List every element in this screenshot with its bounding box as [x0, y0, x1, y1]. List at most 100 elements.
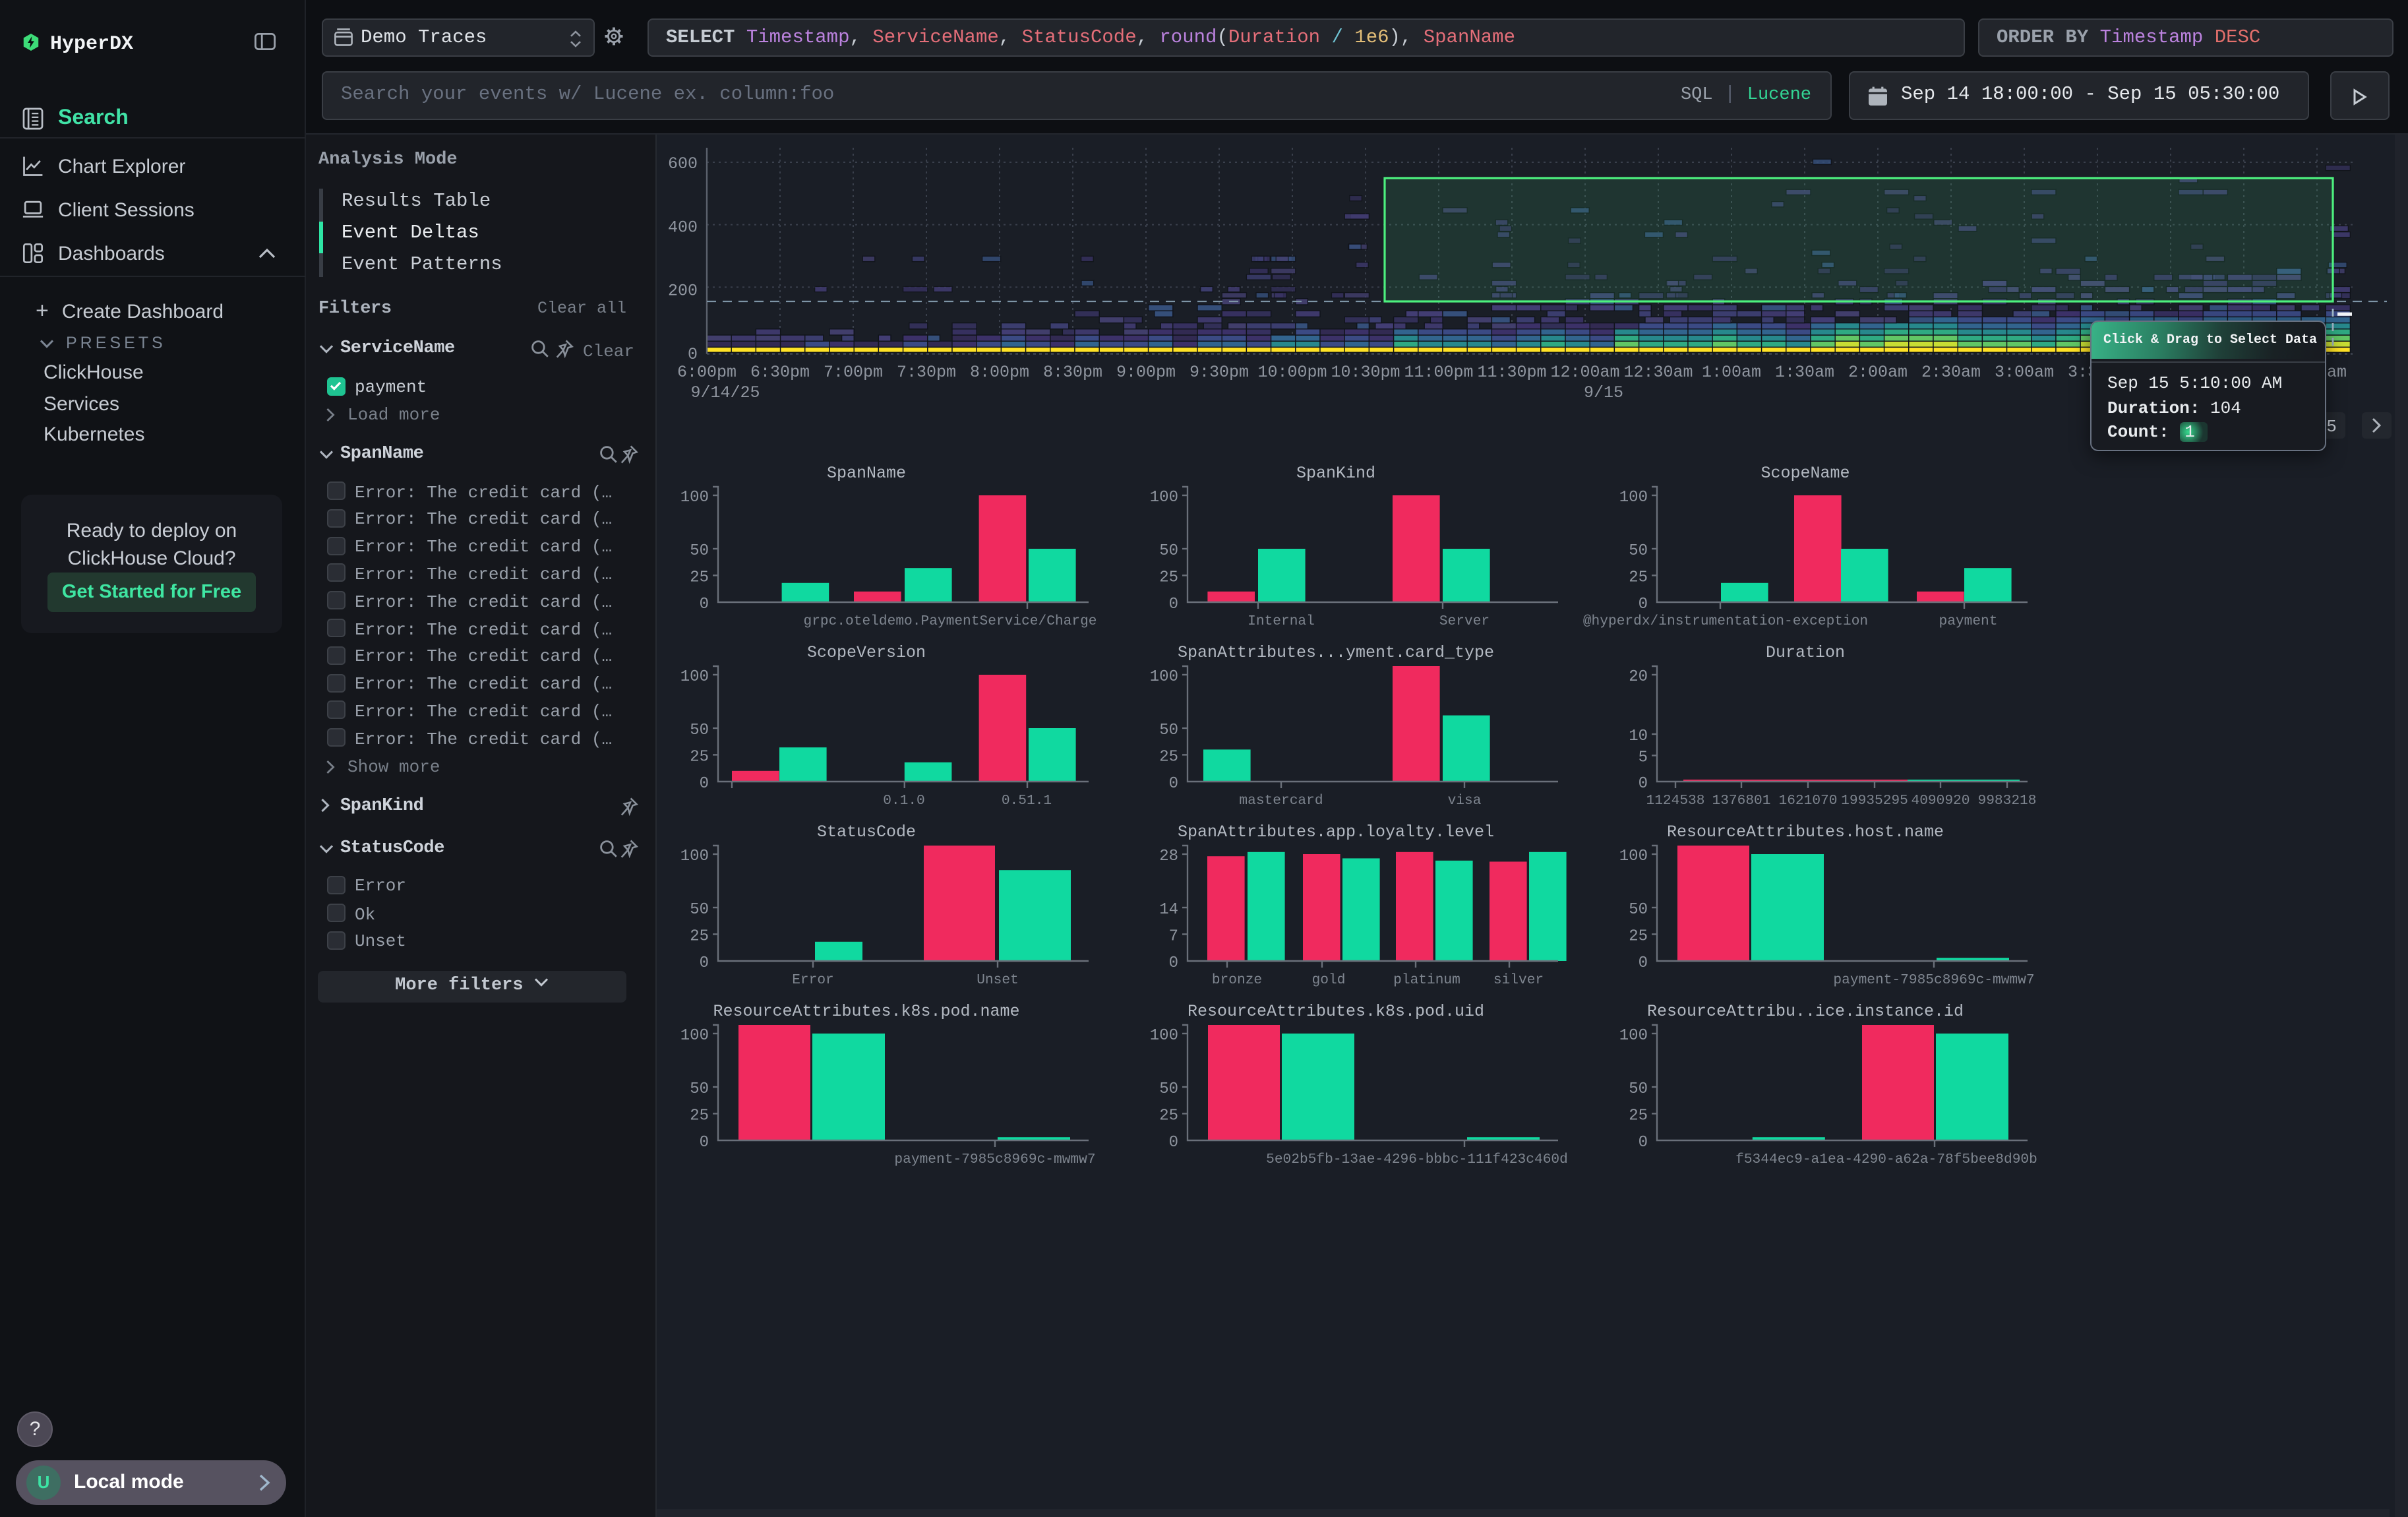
- svg-text:9:00pm: 9:00pm: [1116, 363, 1176, 382]
- svg-text:ResourceAttributes.host.name: ResourceAttributes.host.name: [1667, 822, 1944, 842]
- svg-text:0: 0: [1639, 596, 1648, 613]
- svg-text:0: 0: [1169, 954, 1178, 972]
- svg-text:0: 0: [688, 345, 698, 364]
- svg-text:50: 50: [1629, 901, 1648, 919]
- svg-text:0: 0: [1169, 596, 1178, 613]
- svg-text:0: 0: [1639, 1134, 1648, 1152]
- svg-text:payment: payment: [1939, 613, 1997, 629]
- svg-text:600: 600: [668, 154, 698, 173]
- svg-text:28: 28: [1159, 848, 1178, 865]
- svg-text:50: 50: [1629, 542, 1648, 560]
- svg-text:6:00pm: 6:00pm: [677, 363, 737, 382]
- svg-text:1:00am: 1:00am: [1702, 363, 1761, 382]
- svg-text:10:00pm: 10:00pm: [1257, 363, 1327, 382]
- svg-text:50: 50: [1159, 722, 1178, 739]
- svg-text:100: 100: [1619, 489, 1648, 507]
- svg-text:25: 25: [690, 1107, 709, 1125]
- svg-text:3:00am: 3:00am: [1995, 363, 2054, 382]
- svg-text:25: 25: [1159, 569, 1178, 587]
- svg-text:0: 0: [700, 596, 709, 613]
- svg-text:ResourceAttributes.k8s.pod.uid: ResourceAttributes.k8s.pod.uid: [1188, 1002, 1484, 1021]
- svg-text:Server: Server: [1439, 613, 1490, 629]
- svg-text:SpanKind: SpanKind: [1296, 464, 1375, 483]
- svg-text:25: 25: [1629, 1107, 1648, 1125]
- svg-text:100: 100: [680, 668, 709, 686]
- svg-text:f5344ec9-a1ea-4290-a62a-78f5be: f5344ec9-a1ea-4290-a62a-78f5bee8d90b: [1735, 1152, 2037, 1167]
- svg-text:25: 25: [690, 569, 709, 587]
- svg-text:ResourceAttribu..ice.instance.: ResourceAttribu..ice.instance.id: [1647, 1002, 1964, 1021]
- svg-text:200: 200: [668, 282, 698, 301]
- svg-text:1124538: 1124538: [1646, 793, 1704, 809]
- svg-text:payment-7985c8969c-mwmw7: payment-7985c8969c-mwmw7: [1833, 972, 2034, 988]
- svg-text:100: 100: [680, 489, 709, 507]
- svg-text:0: 0: [1639, 775, 1648, 793]
- svg-text:0: 0: [1169, 1134, 1178, 1152]
- svg-text:ResourceAttributes.k8s.pod.nam: ResourceAttributes.k8s.pod.name: [713, 1002, 1019, 1021]
- svg-text:50: 50: [690, 1080, 709, 1098]
- svg-text:Internal: Internal: [1248, 613, 1315, 629]
- svg-text:2:30am: 2:30am: [1921, 363, 1981, 382]
- svg-text:Duration: Duration: [1766, 643, 1845, 662]
- svg-text:0: 0: [700, 775, 709, 793]
- svg-text:0: 0: [1639, 954, 1648, 972]
- svg-text:2:00am: 2:00am: [1848, 363, 1908, 382]
- svg-text:100: 100: [1619, 848, 1648, 865]
- svg-text:100: 100: [1150, 668, 1178, 686]
- svg-text:7: 7: [1169, 928, 1178, 946]
- svg-text:6:30pm: 6:30pm: [750, 363, 810, 382]
- svg-text:50: 50: [1159, 542, 1178, 560]
- svg-text:SpanAttributes...yment.card_ty: SpanAttributes...yment.card_type: [1178, 643, 1494, 662]
- svg-text:grpc.oteldemo.PaymentService/C: grpc.oteldemo.PaymentService/Charge: [803, 613, 1097, 629]
- svg-text:14: 14: [1159, 901, 1178, 919]
- svg-text:9/15: 9/15: [1584, 383, 1623, 402]
- svg-text:1376801: 1376801: [1712, 793, 1770, 809]
- svg-text:50: 50: [690, 542, 709, 560]
- svg-text:9/14/25: 9/14/25: [690, 383, 760, 402]
- svg-text:10: 10: [1629, 728, 1648, 745]
- svg-text:payment-7985c8969c-mwmw7: payment-7985c8969c-mwmw7: [894, 1152, 1095, 1167]
- svg-text:7:00pm: 7:00pm: [824, 363, 883, 382]
- svg-text:ScopeName: ScopeName: [1761, 464, 1850, 483]
- svg-text:5e02b5fb-13ae-4296-bbbc-111f42: 5e02b5fb-13ae-4296-bbbc-111f423c460d: [1266, 1152, 1568, 1167]
- svg-text:0.51.1: 0.51.1: [1002, 793, 1052, 809]
- svg-text:0.1.0: 0.1.0: [883, 793, 925, 809]
- svg-text:9983218: 9983218: [1977, 793, 2036, 809]
- svg-text:12:00am: 12:00am: [1550, 363, 1619, 382]
- svg-text:visa: visa: [1448, 793, 1482, 809]
- svg-text:7:30pm: 7:30pm: [897, 363, 956, 382]
- svg-text:@hyperdx/instrumentation-excep: @hyperdx/instrumentation-exception: [1583, 613, 1868, 629]
- svg-text:25: 25: [1159, 749, 1178, 766]
- svg-text:50: 50: [690, 901, 709, 919]
- svg-text:100: 100: [1619, 1027, 1648, 1045]
- svg-text:ScopeVersion: ScopeVersion: [807, 643, 926, 662]
- svg-text:9:30pm: 9:30pm: [1189, 363, 1249, 382]
- svg-text:19935295: 19935295: [1841, 793, 1908, 809]
- svg-text:25: 25: [1159, 1107, 1178, 1125]
- svg-text:0: 0: [700, 1134, 709, 1152]
- svg-text:SpanName: SpanName: [827, 464, 906, 483]
- svg-text:StatusCode: StatusCode: [817, 822, 916, 842]
- svg-text:25: 25: [1629, 928, 1648, 946]
- svg-text:11:00pm: 11:00pm: [1404, 363, 1473, 382]
- svg-text:8:30pm: 8:30pm: [1043, 363, 1102, 382]
- svg-text:10:30pm: 10:30pm: [1331, 363, 1400, 382]
- svg-text:bronze: bronze: [1212, 972, 1262, 988]
- svg-text:silver: silver: [1493, 972, 1544, 988]
- svg-text:100: 100: [1150, 489, 1178, 507]
- svg-text:8:00pm: 8:00pm: [970, 363, 1029, 382]
- svg-text:Error: Error: [792, 972, 834, 988]
- svg-text:11:30pm: 11:30pm: [1477, 363, 1546, 382]
- svg-text:100: 100: [680, 1027, 709, 1045]
- svg-text:0: 0: [1169, 775, 1178, 793]
- svg-text:400: 400: [668, 218, 698, 237]
- svg-text:50: 50: [1159, 1080, 1178, 1098]
- svg-text:1621070: 1621070: [1778, 793, 1837, 809]
- svg-text:4090920: 4090920: [1911, 793, 1970, 809]
- svg-text:25: 25: [690, 749, 709, 766]
- svg-text:100: 100: [680, 848, 709, 865]
- svg-text:25: 25: [690, 928, 709, 946]
- svg-text:5: 5: [2326, 417, 2337, 437]
- svg-text:Unset: Unset: [977, 972, 1019, 988]
- svg-text:25: 25: [1629, 569, 1648, 587]
- svg-text:20: 20: [1629, 668, 1648, 686]
